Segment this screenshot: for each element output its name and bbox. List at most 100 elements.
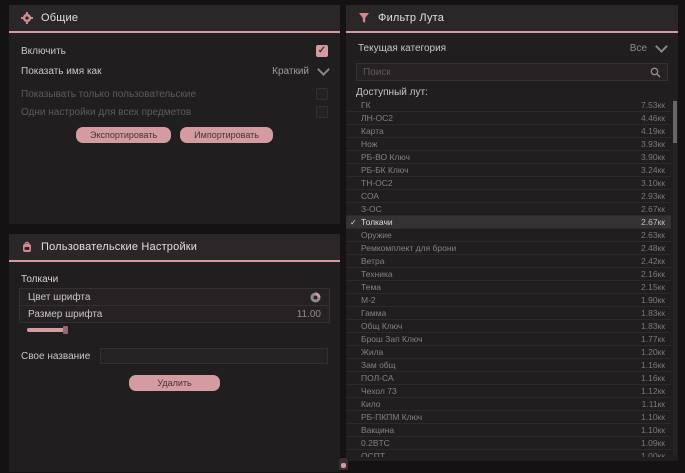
loot-name: М-2 bbox=[361, 295, 641, 305]
loot-row[interactable]: Ремкомплект для брони2.48кк bbox=[346, 242, 671, 255]
only-custom-checkbox[interactable] bbox=[316, 88, 328, 100]
loot-value: 3.93кк bbox=[641, 139, 665, 149]
loot-row[interactable]: ГК7.53кк bbox=[346, 99, 671, 112]
loot-value: 1.00кк bbox=[641, 451, 665, 457]
loot-name: ОСПТ bbox=[361, 451, 641, 457]
font-settings-group: Цвет шрифта Размер шрифта 11.00 bbox=[19, 288, 330, 323]
loot-name: Ветра bbox=[361, 256, 641, 266]
loot-value: 1.16кк bbox=[641, 373, 665, 383]
loot-row[interactable]: Кило1.11кк bbox=[346, 398, 671, 411]
loot-row[interactable]: Ветра2.42кк bbox=[346, 255, 671, 268]
general-panel: Общие Включить ✓ Показать имя как Кратки… bbox=[8, 4, 341, 225]
loot-name: СОА bbox=[361, 191, 641, 201]
enable-row: Включить ✓ bbox=[9, 41, 340, 61]
loot-value: 1.20кк bbox=[641, 347, 665, 357]
loot-value: 1.83кк bbox=[641, 308, 665, 318]
loot-value: 1.10кк bbox=[641, 412, 665, 422]
loot-name: РБ-ВО Ключ bbox=[361, 152, 641, 162]
loot-value: 2.15кк bbox=[641, 282, 665, 292]
loot-name: РБ-БК Ключ bbox=[361, 165, 641, 175]
loot-row[interactable]: Жила1.20кк bbox=[346, 346, 671, 359]
font-size-label: Размер шрифта bbox=[28, 309, 102, 320]
loot-name: РБ-ПКПМ Ключ bbox=[361, 412, 641, 422]
chevron-down-icon bbox=[317, 63, 330, 76]
loot-row[interactable]: РБ-БК Ключ3.24кк bbox=[346, 164, 671, 177]
loot-list-scrollbar[interactable] bbox=[673, 99, 677, 455]
loot-row[interactable]: М-21.90кк bbox=[346, 294, 671, 307]
loot-value: 3.24кк bbox=[641, 165, 665, 175]
same-settings-label: Одни настройки для всех предметов bbox=[21, 107, 191, 118]
loot-row[interactable]: ЛН-ОС24.46кк bbox=[346, 112, 671, 125]
loot-row[interactable]: З-ОС2.67кк bbox=[346, 203, 671, 216]
loot-row[interactable]: Брош Зап Ключ1.77кк bbox=[346, 333, 671, 346]
loot-name: Оружие bbox=[361, 230, 641, 240]
loot-value: 1.10кк bbox=[641, 425, 665, 435]
loot-row[interactable]: Общ Ключ1.83кк bbox=[346, 320, 671, 333]
import-button[interactable]: Импортировать bbox=[180, 127, 273, 143]
footer-mask-icon bbox=[339, 458, 348, 470]
name-mode-row: Показать имя как Краткий bbox=[9, 61, 340, 81]
loot-value: 2.16кк bbox=[641, 269, 665, 279]
loot-name: Нож bbox=[361, 139, 641, 149]
loot-value: 4.19кк bbox=[641, 126, 665, 136]
selected-item-row: Толкачи bbox=[9, 270, 340, 288]
custom-settings-title: Пользовательские Настройки bbox=[41, 241, 197, 253]
selected-check-icon: ✓ bbox=[350, 218, 361, 227]
loot-row[interactable]: Нож3.93кк bbox=[346, 138, 671, 151]
loot-value: 2.93кк bbox=[641, 191, 665, 201]
slider-fill bbox=[27, 328, 67, 332]
font-size-slider[interactable] bbox=[19, 327, 330, 333]
funnel-icon bbox=[358, 12, 370, 24]
color-wheel-icon[interactable] bbox=[310, 292, 321, 303]
export-button[interactable]: Экспортировать bbox=[76, 127, 171, 143]
loot-name: З-ОС bbox=[361, 204, 641, 214]
loot-name: Чехол 73 bbox=[361, 386, 641, 396]
loot-row[interactable]: Зам общ1.16кк bbox=[346, 359, 671, 372]
loot-row[interactable]: Техника2.16кк bbox=[346, 268, 671, 281]
loot-value: 3.90кк bbox=[641, 152, 665, 162]
loot-name: Зам общ bbox=[361, 360, 641, 370]
loot-row[interactable]: Чехол 731.12кк bbox=[346, 385, 671, 398]
category-select[interactable]: Все bbox=[630, 43, 666, 54]
loot-row[interactable]: ПОЛ-СА1.16кк bbox=[346, 372, 671, 385]
loot-row[interactable]: Вакцина1.10кк bbox=[346, 424, 671, 437]
delete-button[interactable]: Удалить bbox=[129, 375, 219, 391]
slider-handle[interactable] bbox=[63, 326, 68, 334]
category-value: Все bbox=[630, 43, 647, 54]
gear-icon bbox=[21, 12, 33, 24]
loot-row[interactable]: Гамма1.83кк bbox=[346, 307, 671, 320]
general-panel-title: Общие bbox=[41, 12, 78, 24]
loot-row[interactable]: ТН-ОС23.10кк bbox=[346, 177, 671, 190]
same-settings-checkbox[interactable] bbox=[316, 106, 328, 118]
loot-row[interactable]: Тема2.15кк bbox=[346, 281, 671, 294]
loot-row[interactable]: ✓Толкачи2.67кк bbox=[346, 216, 671, 229]
loot-name: Жила bbox=[361, 347, 641, 357]
loot-row[interactable]: ОСПТ1.00кк bbox=[346, 450, 671, 457]
name-mode-select[interactable]: Краткий bbox=[272, 66, 328, 77]
custom-settings-panel: Пользовательские Настройки Толкачи Цвет … bbox=[8, 233, 341, 473]
search-box[interactable]: Поиск bbox=[356, 63, 668, 81]
search-icon bbox=[650, 67, 661, 78]
loot-row[interactable]: РБ-ПКПМ Ключ1.10кк bbox=[346, 411, 671, 424]
same-settings-row: Одни настройки для всех предметов bbox=[9, 103, 340, 121]
loot-name: Кило bbox=[361, 399, 642, 409]
only-custom-label: Показывать только пользовательские bbox=[21, 89, 196, 100]
loot-row[interactable]: СОА2.93кк bbox=[346, 190, 671, 203]
loot-row[interactable]: Карта4.19кк bbox=[346, 125, 671, 138]
loot-row[interactable]: 0.2BTC1.09кк bbox=[346, 437, 671, 450]
custom-name-label: Свое название bbox=[21, 351, 90, 362]
font-size-row[interactable]: Размер шрифта 11.00 bbox=[20, 306, 329, 322]
name-mode-label: Показать имя как bbox=[21, 66, 101, 77]
loot-row[interactable]: Оружие2.63кк bbox=[346, 229, 671, 242]
loot-name: ПОЛ-СА bbox=[361, 373, 641, 383]
loot-name: Вакцина bbox=[361, 425, 641, 435]
loot-filter-panel: Фильтр Лута Текущая категория Все Поиск … bbox=[345, 4, 679, 462]
font-color-row[interactable]: Цвет шрифта bbox=[20, 289, 329, 306]
loot-row[interactable]: РБ-ВО Ключ3.90кк bbox=[346, 151, 671, 164]
custom-settings-header: Пользовательские Настройки bbox=[9, 234, 340, 262]
loot-value: 1.77кк bbox=[641, 334, 665, 344]
custom-name-input[interactable] bbox=[100, 348, 328, 364]
category-label: Текущая категория bbox=[358, 43, 446, 54]
scrollbar-thumb[interactable] bbox=[673, 101, 677, 143]
enable-checkbox[interactable]: ✓ bbox=[316, 45, 328, 57]
